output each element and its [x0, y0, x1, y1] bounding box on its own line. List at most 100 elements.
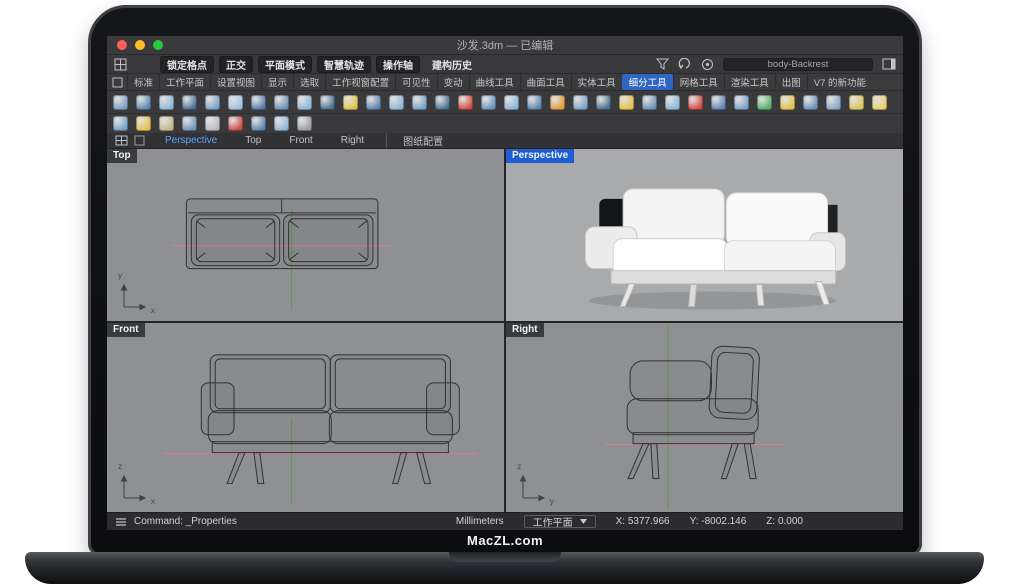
- axis-indicator: z x: [119, 472, 153, 502]
- tool-icon[interactable]: [159, 116, 174, 131]
- tool-icon[interactable]: [228, 95, 243, 110]
- ribbon-tab[interactable]: V7 的新功能: [807, 74, 872, 90]
- close-button[interactable]: [117, 40, 127, 50]
- ribbon-tab[interactable]: 渲染工具: [724, 74, 775, 90]
- viewport-label[interactable]: Perspective: [506, 149, 574, 163]
- tool-icon[interactable]: [803, 95, 818, 110]
- tool-icon[interactable]: [550, 95, 565, 110]
- tool-icon[interactable]: [412, 95, 427, 110]
- search-input[interactable]: [723, 58, 873, 71]
- tool-icon[interactable]: [182, 95, 197, 110]
- tool-icon[interactable]: [573, 95, 588, 110]
- viewport-front[interactable]: Front z x: [107, 323, 504, 512]
- tool-icon[interactable]: [389, 95, 404, 110]
- tool-icon[interactable]: [343, 95, 358, 110]
- ribbon-tab[interactable]: 显示: [261, 74, 293, 90]
- viewport-top[interactable]: Top y x: [107, 149, 504, 321]
- tool-icon[interactable]: [159, 95, 174, 110]
- ribbon-tab[interactable]: 网格工具: [673, 74, 724, 90]
- ribbon-tab[interactable]: 选取: [293, 74, 325, 90]
- mode-toggle-button[interactable]: 平面模式: [258, 56, 312, 73]
- tool-icon[interactable]: [481, 95, 496, 110]
- tool-icon[interactable]: [113, 95, 128, 110]
- tool-icon[interactable]: [274, 116, 289, 131]
- viewport-tab[interactable]: 图纸配置: [386, 133, 457, 148]
- ribbon-tab[interactable]: 工作视窗配置: [325, 74, 395, 90]
- fullscreen-button[interactable]: [153, 40, 163, 50]
- tool-icon[interactable]: [366, 95, 381, 110]
- sofa-front-wireframe: [107, 323, 504, 512]
- viewport-single-icon[interactable]: [134, 135, 145, 146]
- viewport-perspective[interactable]: Perspective: [506, 149, 903, 321]
- ribbon-tab[interactable]: 工作平面: [159, 74, 210, 90]
- viewport-right[interactable]: Right z y: [506, 323, 903, 512]
- history-arrow-icon[interactable]: [678, 58, 692, 70]
- tool-icon[interactable]: [205, 116, 220, 131]
- tool-icon[interactable]: [688, 95, 703, 110]
- tool-icon[interactable]: [205, 95, 220, 110]
- tool-icon[interactable]: [872, 95, 887, 110]
- tool-icon[interactable]: [113, 116, 128, 131]
- mode-toggle-button[interactable]: 操作轴: [376, 56, 420, 73]
- viewport-tab[interactable]: Front: [275, 135, 326, 146]
- tool-icon[interactable]: [228, 116, 243, 131]
- viewport-tab[interactable]: Top: [231, 135, 275, 146]
- ribbon-tab[interactable]: 曲面工具: [520, 74, 571, 90]
- axis-indicator: z y: [518, 472, 552, 502]
- minimize-button[interactable]: [135, 40, 145, 50]
- mode-toggle-button[interactable]: 正交: [219, 56, 253, 73]
- ribbon-tab[interactable]: 设置视图: [210, 74, 261, 90]
- tool-icon[interactable]: [780, 95, 795, 110]
- cplane-dropdown[interactable]: 工作平面: [524, 515, 596, 528]
- tool-icon[interactable]: [136, 95, 151, 110]
- tool-icon[interactable]: [665, 95, 680, 110]
- tool-icon[interactable]: [504, 95, 519, 110]
- tool-icon[interactable]: [527, 95, 542, 110]
- panel-toggle-icon[interactable]: [882, 58, 896, 70]
- ribbon-tab[interactable]: 细分工具: [622, 74, 673, 90]
- mode-toggle-button[interactable]: 锁定格点: [160, 56, 214, 73]
- tool-icon[interactable]: [297, 116, 312, 131]
- tool-icon[interactable]: [320, 95, 335, 110]
- tool-icon[interactable]: [619, 95, 634, 110]
- tool-icon[interactable]: [251, 116, 266, 131]
- tool-icon[interactable]: [849, 95, 864, 110]
- ribbon-tab[interactable]: 出图: [775, 74, 807, 90]
- laptop-base-notch: [449, 552, 561, 562]
- rhino-window: 沙发.3dm — 已编辑 锁定格点正交平面模式智慧轨迹操作轴建构历史: [107, 36, 903, 530]
- tool-icon[interactable]: [826, 95, 841, 110]
- tool-icon[interactable]: [757, 95, 772, 110]
- filter-icon[interactable]: [656, 58, 669, 70]
- viewport-tab[interactable]: Right: [327, 135, 378, 146]
- tool-icon[interactable]: [458, 95, 473, 110]
- ribbon-tab[interactable]: 标准: [127, 74, 159, 90]
- target-icon[interactable]: [701, 58, 714, 71]
- status-right-cluster: Millimeters 工作平面 X: 5377.966 Y: -8002.14…: [456, 515, 803, 528]
- mode-toggle-button[interactable]: 建构历史: [425, 56, 479, 73]
- tool-icon[interactable]: [596, 95, 611, 110]
- grid-snap-icon[interactable]: [114, 58, 127, 71]
- tool-icon[interactable]: [136, 116, 151, 131]
- viewport-label[interactable]: Front: [107, 323, 145, 337]
- tool-icon[interactable]: [182, 116, 197, 131]
- mode-toggle-button[interactable]: 智慧轨迹: [317, 56, 371, 73]
- ribbon-tab[interactable]: 实体工具: [571, 74, 622, 90]
- tool-icon[interactable]: [711, 95, 726, 110]
- viewport-label[interactable]: Top: [107, 149, 137, 163]
- viewport-label[interactable]: Right: [506, 323, 544, 337]
- tool-icon[interactable]: [251, 95, 266, 110]
- tool-icon[interactable]: [734, 95, 749, 110]
- command-menu-icon[interactable]: [115, 517, 127, 527]
- ribbon-tab[interactable]: 曲线工具: [469, 74, 520, 90]
- command-line[interactable]: Command: _Properties: [134, 516, 237, 527]
- tool-icon[interactable]: [642, 95, 657, 110]
- tab-group-icon[interactable]: [112, 77, 123, 88]
- tool-icon[interactable]: [274, 95, 289, 110]
- viewport-layout-icon[interactable]: [115, 135, 128, 146]
- ribbon-tab[interactable]: 可见性: [395, 74, 437, 90]
- viewport-tab[interactable]: Perspective: [151, 135, 231, 146]
- units-label[interactable]: Millimeters: [456, 516, 504, 527]
- tool-icon[interactable]: [297, 95, 312, 110]
- tool-icon[interactable]: [435, 95, 450, 110]
- ribbon-tab[interactable]: 变动: [437, 74, 469, 90]
